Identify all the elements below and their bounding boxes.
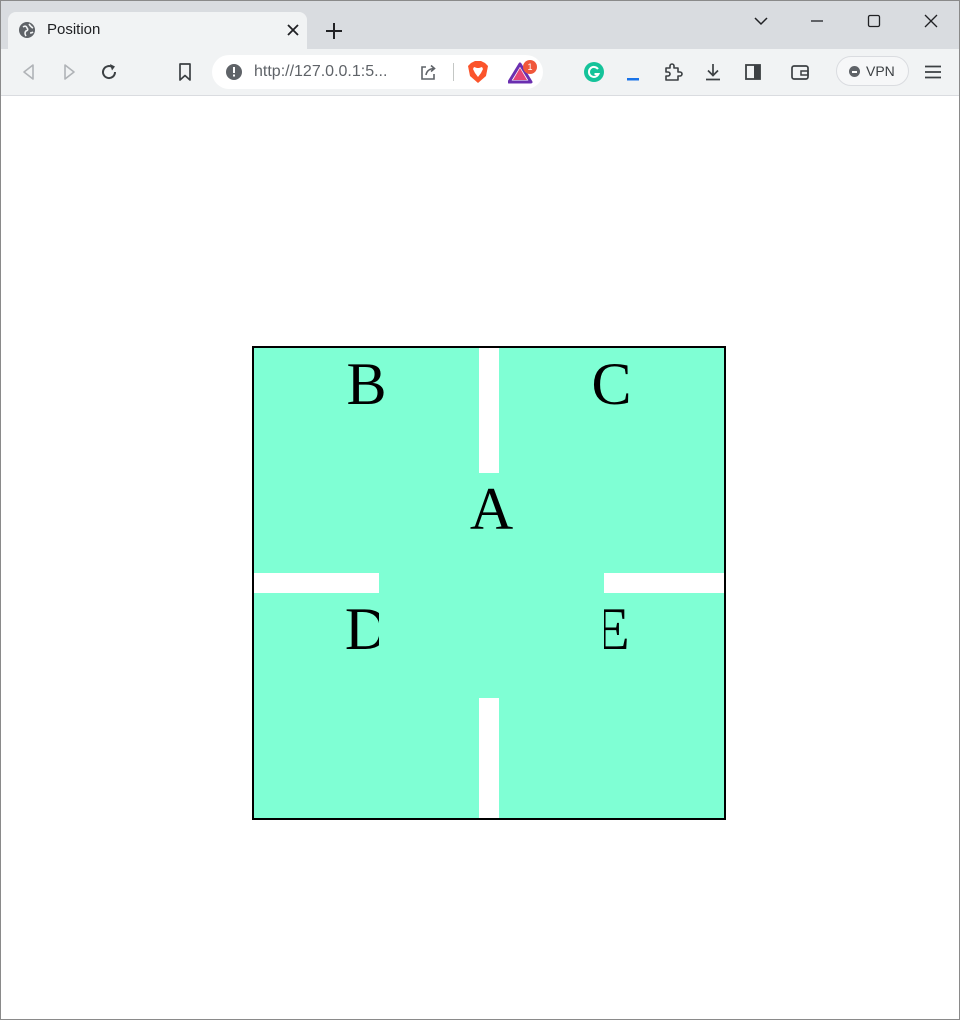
tab-title: Position [47,21,101,38]
sidebar-icon[interactable] [741,60,765,84]
address-bar[interactable]: http://127.0.0.1:5... 1 [212,55,543,89]
vpn-button[interactable]: VPN [836,56,909,86]
box-a: A [379,473,604,698]
brave-shields-icon[interactable] [467,60,489,84]
extensions-puzzle-icon[interactable] [661,60,685,84]
extension-underscore-icon[interactable] [621,60,645,84]
separator [453,63,454,81]
back-icon[interactable] [17,60,41,84]
vpn-status-icon [849,66,860,77]
minimize-icon[interactable] [806,10,828,32]
globe-icon [19,22,35,38]
grammarly-icon[interactable] [582,60,606,84]
toolbar: http://127.0.0.1:5... 1 VPN [1,49,959,96]
menu-icon[interactable] [921,60,945,84]
bookmark-icon[interactable] [173,60,197,84]
forward-icon[interactable] [57,60,81,84]
rewards-badge-count: 1 [527,62,532,72]
reload-icon[interactable] [97,60,121,84]
site-info-icon[interactable] [225,63,243,81]
share-icon[interactable] [417,61,439,83]
url-text: http://127.0.0.1:5... [254,63,388,80]
download-icon[interactable] [701,60,725,84]
container-box: B C D E A [252,346,726,820]
vpn-label: VPN [866,63,895,79]
new-tab-icon[interactable] [323,20,345,42]
page-viewport: B C D E A [1,96,959,1019]
tab-search-chevron-icon[interactable] [750,10,772,32]
wallet-icon[interactable] [788,60,812,84]
close-window-icon[interactable] [920,10,942,32]
close-tab-icon[interactable] [284,21,302,39]
tab-position[interactable]: Position [8,12,307,49]
tab-strip: Position [1,1,959,49]
box-a-label: A [469,476,514,542]
maximize-icon[interactable] [863,10,885,32]
browser-window: Position http://127.0.0.1:5... 1 VPN B C… [0,0,960,1020]
brave-rewards-icon[interactable]: 1 [508,60,538,86]
